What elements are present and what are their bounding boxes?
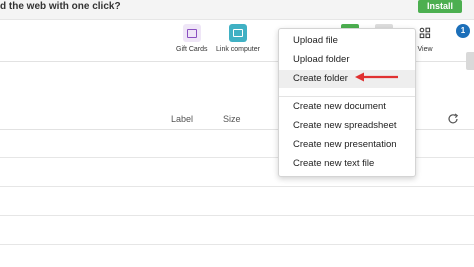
row-divider [0, 215, 474, 216]
annotation-arrow-icon [355, 72, 398, 82]
side-panel-tab[interactable] [466, 52, 474, 70]
gift-cards-button[interactable]: Gift Cards [176, 24, 208, 53]
gift-card-icon [182, 24, 201, 42]
banner-text: d the web with one click? [0, 1, 121, 12]
menu-item-create-document[interactable]: Create new document [279, 98, 415, 116]
column-label[interactable]: Label [171, 114, 193, 124]
notification-badge[interactable]: 1 [456, 24, 470, 38]
gift-cards-label: Gift Cards [176, 46, 208, 53]
install-button[interactable]: Install [418, 0, 462, 13]
menu-item-upload-folder[interactable]: Upload folder [279, 51, 415, 69]
menu-item-create-presentation[interactable]: Create new presentation [279, 136, 415, 154]
refresh-icon[interactable] [446, 112, 460, 126]
link-computer-button[interactable]: Link computer [216, 24, 260, 53]
row-divider [0, 186, 474, 187]
new-item-dropdown: Upload file Upload folder Create folder … [278, 28, 416, 177]
computer-icon [228, 24, 247, 42]
column-size[interactable]: Size [223, 114, 241, 124]
menu-item-upload-file[interactable]: Upload file [279, 32, 415, 50]
view-label: View [417, 46, 433, 53]
menu-item-create-text-file[interactable]: Create new text file [279, 155, 415, 173]
row-divider [0, 244, 474, 245]
link-computer-label: Link computer [216, 46, 260, 53]
view-button[interactable]: View [416, 24, 434, 53]
install-banner: d the web with one click? Install [0, 0, 474, 20]
grid-view-icon [416, 24, 434, 42]
menu-item-create-spreadsheet[interactable]: Create new spreadsheet [279, 117, 415, 135]
menu-separator [279, 96, 415, 97]
